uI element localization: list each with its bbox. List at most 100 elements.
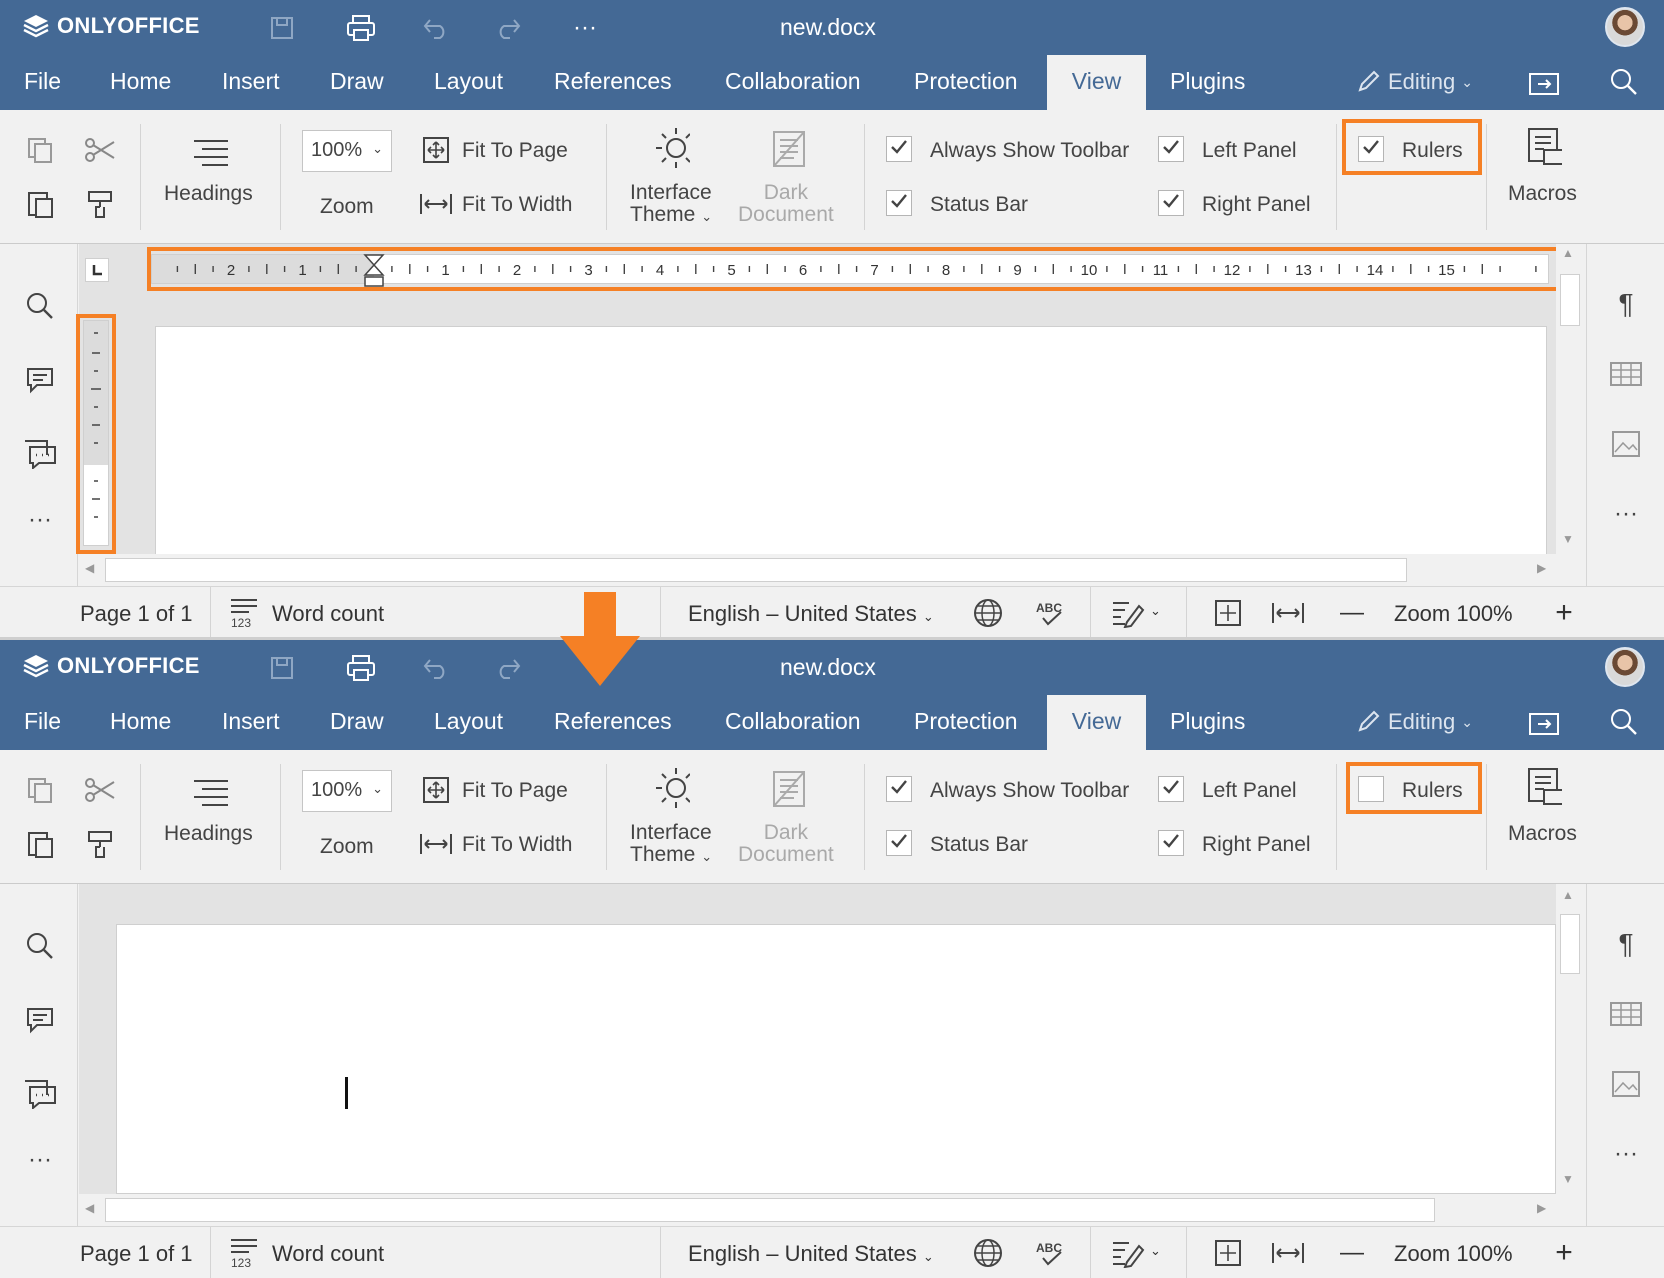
image-icon[interactable] bbox=[1608, 426, 1644, 462]
scroll-up-icon[interactable]: ▲ bbox=[1562, 246, 1574, 260]
fit-to-width-icon[interactable] bbox=[418, 826, 454, 862]
tab-collaboration[interactable]: Collaboration bbox=[725, 695, 861, 750]
chevron-down-icon[interactable]: ⌄ bbox=[1150, 603, 1161, 619]
search-icon[interactable] bbox=[22, 288, 58, 324]
tab-references[interactable]: References bbox=[554, 55, 672, 110]
fit-to-width-icon[interactable] bbox=[1270, 1235, 1306, 1271]
scroll-thumb[interactable] bbox=[1560, 914, 1580, 974]
fit-to-page-icon[interactable] bbox=[418, 132, 454, 168]
format-painter-icon[interactable] bbox=[82, 186, 118, 222]
horizontal-scroll-thumb[interactable] bbox=[105, 1198, 1435, 1222]
tab-insert[interactable]: Insert bbox=[222, 695, 280, 750]
globe-icon[interactable] bbox=[970, 1235, 1006, 1271]
more-icon[interactable]: ··· bbox=[22, 1142, 58, 1178]
tab-plugins[interactable]: Plugins bbox=[1170, 55, 1245, 110]
macros-icon[interactable] bbox=[1526, 128, 1562, 166]
open-location-icon[interactable] bbox=[1526, 705, 1562, 741]
chat-icon[interactable] bbox=[22, 436, 58, 472]
fit-to-page-icon[interactable] bbox=[1210, 1235, 1246, 1271]
scroll-up-icon[interactable]: ▲ bbox=[1562, 888, 1574, 902]
tab-file[interactable]: File bbox=[24, 695, 61, 750]
open-location-icon[interactable] bbox=[1526, 65, 1562, 101]
tab-references[interactable]: References bbox=[554, 695, 672, 750]
paragraph-icon[interactable]: ¶ bbox=[1608, 286, 1644, 322]
comment-icon[interactable] bbox=[22, 362, 58, 398]
tab-view[interactable]: View bbox=[1047, 695, 1146, 750]
chat-icon[interactable] bbox=[22, 1076, 58, 1112]
status-bar-checkbox[interactable] bbox=[886, 190, 912, 216]
vertical-scrollbar[interactable]: ▲ ▼ bbox=[1556, 884, 1586, 1194]
zoom-out-icon[interactable]: — bbox=[1334, 595, 1370, 631]
table-icon[interactable] bbox=[1608, 996, 1644, 1032]
user-avatar[interactable] bbox=[1605, 7, 1645, 47]
zoom-select[interactable]: 100% ⌄ bbox=[302, 770, 392, 812]
vertical-scrollbar[interactable]: ▲ ▼ bbox=[1556, 244, 1586, 554]
search-icon[interactable] bbox=[1606, 704, 1642, 740]
word-count-icon[interactable]: 123 bbox=[226, 1235, 262, 1271]
comment-icon[interactable] bbox=[22, 1002, 58, 1038]
macros-label[interactable]: Macros bbox=[1508, 182, 1577, 206]
copy-icon[interactable] bbox=[22, 772, 58, 808]
tab-home[interactable]: Home bbox=[110, 695, 171, 750]
headings-label[interactable]: Headings bbox=[164, 822, 253, 846]
tab-layout[interactable]: Layout bbox=[434, 55, 503, 110]
tab-stop-selector[interactable] bbox=[85, 258, 109, 282]
cut-icon[interactable] bbox=[82, 772, 118, 808]
scroll-left-icon[interactable]: ◀ bbox=[85, 561, 94, 575]
paste-icon[interactable] bbox=[22, 826, 58, 862]
tab-plugins[interactable]: Plugins bbox=[1170, 695, 1245, 750]
redo-icon[interactable] bbox=[490, 10, 526, 46]
save-icon[interactable] bbox=[264, 10, 300, 46]
tab-protection[interactable]: Protection bbox=[914, 695, 1018, 750]
fit-to-width-label[interactable]: Fit To Width bbox=[462, 833, 572, 857]
horizontal-scrollbar[interactable]: ◀ ▶ bbox=[79, 554, 1586, 586]
zoom-select[interactable]: 100% ⌄ bbox=[302, 130, 392, 172]
cut-icon[interactable] bbox=[82, 132, 118, 168]
print-icon[interactable] bbox=[343, 650, 379, 686]
more-icon[interactable]: ··· bbox=[567, 10, 603, 46]
editing-mode-dropdown[interactable]: Editing ⌄ bbox=[1356, 69, 1473, 95]
document-page[interactable] bbox=[116, 924, 1556, 1194]
fit-to-page-icon[interactable] bbox=[418, 772, 454, 808]
paragraph-icon[interactable]: ¶ bbox=[1608, 926, 1644, 962]
word-count-label[interactable]: Word count bbox=[272, 601, 384, 627]
tab-file[interactable]: File bbox=[24, 55, 61, 110]
table-icon[interactable] bbox=[1608, 356, 1644, 392]
macros-icon[interactable] bbox=[1526, 768, 1562, 806]
headings-label[interactable]: Headings bbox=[164, 182, 253, 206]
tab-insert[interactable]: Insert bbox=[222, 55, 280, 110]
fit-to-page-icon[interactable] bbox=[1210, 595, 1246, 631]
scroll-down-icon[interactable]: ▼ bbox=[1562, 532, 1574, 546]
paste-icon[interactable] bbox=[22, 186, 58, 222]
tab-collaboration[interactable]: Collaboration bbox=[725, 55, 861, 110]
page-indicator[interactable]: Page 1 of 1 bbox=[80, 601, 193, 627]
tab-protection[interactable]: Protection bbox=[914, 55, 1018, 110]
tab-view[interactable]: View bbox=[1047, 55, 1146, 110]
scroll-down-icon[interactable]: ▼ bbox=[1562, 1172, 1574, 1186]
spellcheck-icon[interactable]: ABC bbox=[1032, 595, 1068, 631]
undo-icon[interactable] bbox=[418, 650, 454, 686]
language-select[interactable]: English – United States ⌄ bbox=[688, 1241, 934, 1267]
left-panel-checkbox[interactable] bbox=[1158, 776, 1184, 802]
undo-icon[interactable] bbox=[418, 10, 454, 46]
status-bar-checkbox[interactable] bbox=[886, 830, 912, 856]
search-icon[interactable] bbox=[1606, 64, 1642, 100]
scroll-right-icon[interactable]: ▶ bbox=[1537, 561, 1546, 575]
language-select[interactable]: English – United States ⌄ bbox=[688, 601, 934, 627]
headings-icon[interactable] bbox=[192, 134, 228, 170]
more-icon[interactable]: ··· bbox=[1608, 496, 1644, 532]
zoom-out-icon[interactable]: — bbox=[1334, 1235, 1370, 1271]
interface-theme-label[interactable]: Interface Theme ⌄ bbox=[630, 822, 712, 868]
fit-to-page-label[interactable]: Fit To Page bbox=[462, 779, 568, 803]
document-page[interactable] bbox=[155, 326, 1547, 556]
tab-layout[interactable]: Layout bbox=[434, 695, 503, 750]
fit-to-width-icon[interactable] bbox=[1270, 595, 1306, 631]
horizontal-scroll-thumb[interactable] bbox=[105, 558, 1407, 582]
editing-mode-dropdown[interactable]: Editing ⌄ bbox=[1356, 709, 1473, 735]
fit-to-page-label[interactable]: Fit To Page bbox=[462, 139, 568, 163]
right-panel-checkbox[interactable] bbox=[1158, 190, 1184, 216]
tab-home[interactable]: Home bbox=[110, 55, 171, 110]
fit-to-width-icon[interactable] bbox=[418, 186, 454, 222]
spellcheck-icon[interactable]: ABC bbox=[1032, 1235, 1068, 1271]
scroll-right-icon[interactable]: ▶ bbox=[1537, 1201, 1546, 1215]
